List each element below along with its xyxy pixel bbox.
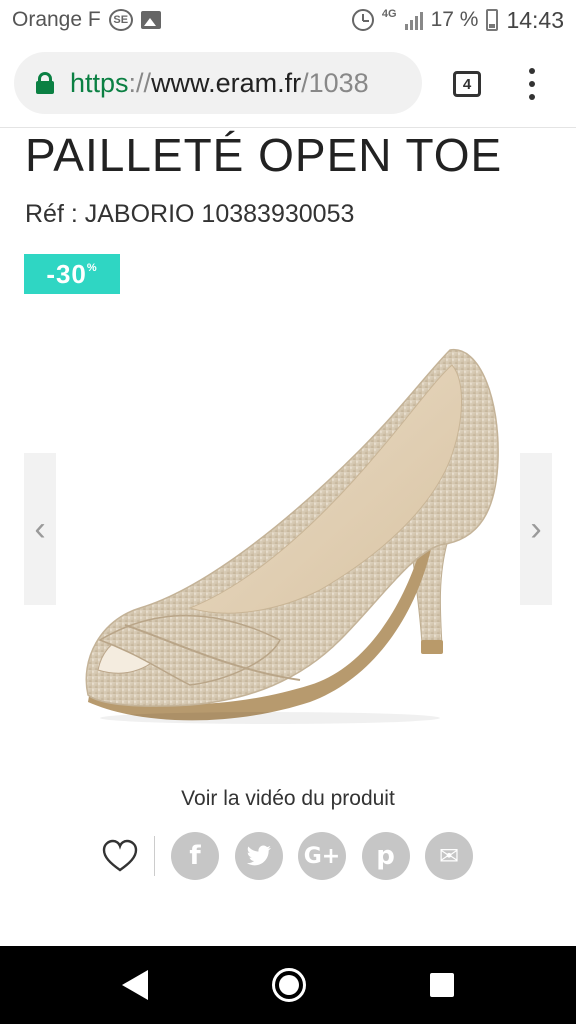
- twitter-share-icon[interactable]: [234, 832, 283, 880]
- recent-apps-icon[interactable]: [430, 973, 454, 997]
- share-divider: [154, 836, 155, 876]
- browser-toolbar: https://www.eram.fr/1038 4: [0, 40, 576, 128]
- status-bar: Orange F SE 4G 17 % 14:43: [0, 0, 576, 40]
- chevron-left-icon: ‹: [34, 509, 46, 548]
- signal-icon: [404, 10, 423, 30]
- address-bar[interactable]: https://www.eram.fr/1038: [14, 52, 422, 114]
- carousel-next-button[interactable]: ›: [520, 453, 552, 605]
- sim-icon: SE: [108, 9, 133, 31]
- email-share-icon[interactable]: ✉: [425, 832, 473, 880]
- discount-badge: -30%: [24, 254, 120, 294]
- carrier-label: Orange F: [12, 8, 101, 31]
- image-notification-icon: [140, 11, 161, 29]
- google-plus-share-icon[interactable]: G+: [298, 832, 346, 880]
- product-video-link[interactable]: Voir la vidéo du produit: [0, 787, 576, 811]
- discount-value: -30: [46, 258, 87, 289]
- product-title: PAILLETÉ OPEN TOE: [25, 129, 503, 181]
- share-bar: f G+ p ✉: [100, 832, 489, 880]
- chevron-right-icon: ›: [530, 509, 542, 548]
- home-icon[interactable]: [272, 968, 306, 1002]
- pinterest-share-icon[interactable]: p: [361, 832, 410, 880]
- url-text[interactable]: https://www.eram.fr/1038: [70, 68, 369, 99]
- discount-unit: %: [86, 262, 98, 274]
- carousel-prev-button[interactable]: ‹: [24, 453, 56, 605]
- wishlist-heart-icon[interactable]: [100, 836, 140, 876]
- product-reference: Réf : JABORIO 10383930053: [25, 200, 355, 228]
- network-type-label: 4G: [381, 8, 397, 20]
- battery-icon: [486, 9, 499, 31]
- facebook-share-icon[interactable]: f: [171, 832, 219, 880]
- product-image[interactable]: [80, 340, 510, 730]
- back-icon[interactable]: [122, 970, 148, 1000]
- tab-switcher-button[interactable]: 4: [453, 71, 481, 97]
- lock-icon[interactable]: [36, 72, 54, 94]
- alarm-icon: [351, 9, 374, 31]
- battery-percent: 17 %: [430, 8, 479, 31]
- clock-time: 14:43: [506, 6, 564, 33]
- system-nav-bar: [0, 946, 576, 1024]
- menu-icon[interactable]: [522, 68, 542, 100]
